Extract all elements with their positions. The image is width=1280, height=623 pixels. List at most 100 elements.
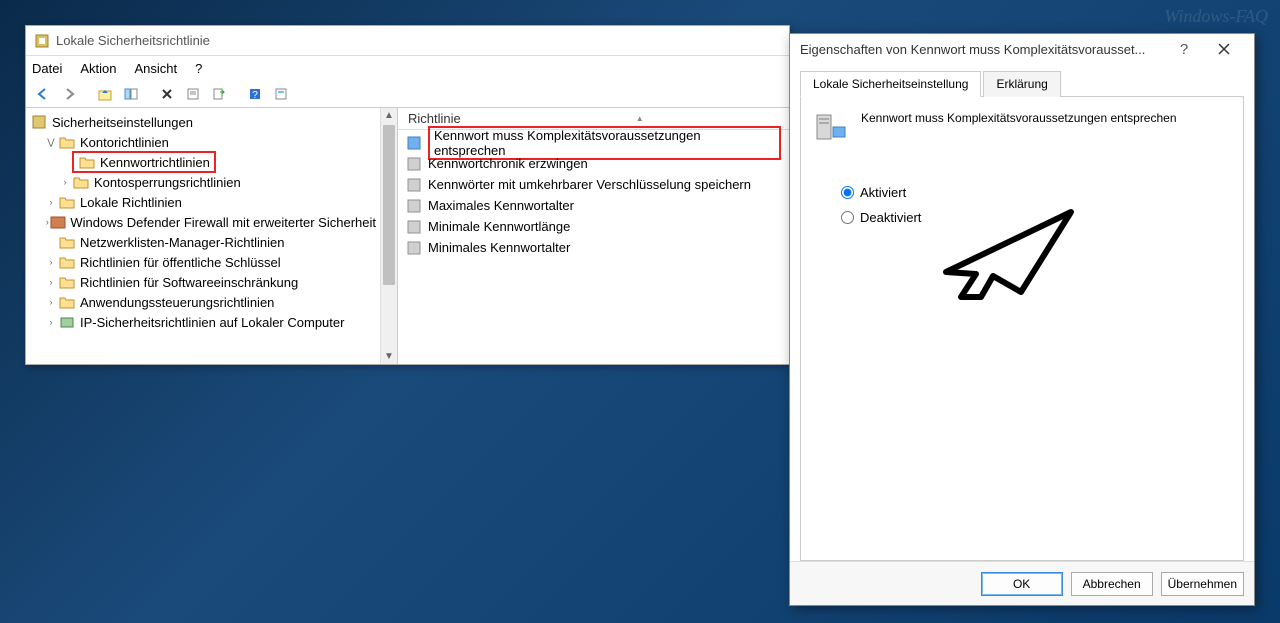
- policy-name-label: Kennwort muss Komplexitätsvoraussetzunge…: [861, 109, 1177, 125]
- list-row-selected[interactable]: Kennwort muss Komplexitätsvoraussetzunge…: [398, 132, 789, 153]
- folder-icon: [58, 233, 76, 251]
- app-icon: [34, 33, 50, 49]
- folder-icon: [72, 173, 90, 191]
- tree-defender[interactable]: › Windows Defender Firewall mit erweiter…: [26, 212, 380, 232]
- folder-icon: [58, 133, 76, 151]
- policy-icon: [406, 177, 422, 193]
- firewall-icon: [50, 213, 66, 231]
- tab-content: Kennwort muss Komplexitätsvoraussetzunge…: [800, 97, 1244, 561]
- list-row[interactable]: Minimales Kennwortalter: [398, 237, 789, 258]
- tree-netzwerk[interactable]: Netzwerklisten-Manager-Richtlinien: [26, 232, 380, 252]
- dialog-tabs: Lokale Sicherheitseinstellung Erklärung: [800, 70, 1244, 97]
- properties-button[interactable]: [182, 83, 204, 105]
- list-row[interactable]: Kennwörter mit umkehrbarer Verschlüsselu…: [398, 174, 789, 195]
- folder-icon: [58, 293, 76, 311]
- nav-back-button[interactable]: [32, 83, 54, 105]
- tree-kennwortrichtlinien[interactable]: Kennwortrichtlinien: [26, 152, 380, 172]
- radio-aktiviert[interactable]: Aktiviert: [841, 185, 1231, 200]
- tree-oeff-label: Richtlinien für öffentliche Schlüssel: [80, 255, 281, 270]
- tree-lokale-label: Lokale Richtlinien: [80, 195, 182, 210]
- up-button[interactable]: [94, 83, 116, 105]
- tree-defender-label: Windows Defender Firewall mit erweiterte…: [70, 215, 376, 230]
- tree-kontosperrung[interactable]: › Kontosperrungsrichtlinien: [26, 172, 380, 192]
- expander-closed-icon[interactable]: ›: [44, 257, 58, 267]
- list-row[interactable]: Minimale Kennwortlänge: [398, 216, 789, 237]
- tree-kontorichtlinien[interactable]: ⋁ Kontorichtlinien: [26, 132, 380, 152]
- annotation-cursor-icon: [931, 202, 1081, 302]
- expander-closed-icon[interactable]: ›: [44, 277, 58, 287]
- list-item-label: Kennwörter mit umkehrbarer Verschlüsselu…: [428, 177, 751, 192]
- scroll-thumb[interactable]: [383, 125, 395, 285]
- dialog-title: Eigenschaften von Kennwort muss Komplexi…: [800, 42, 1164, 57]
- radio-deaktiviert-label: Deaktiviert: [860, 210, 921, 225]
- scroll-up-icon[interactable]: ▲: [382, 108, 397, 123]
- policy-icon: [406, 240, 422, 256]
- list-pane: Richtlinie ▲ Kennwort muss Komplexitätsv…: [398, 108, 789, 364]
- security-icon: [30, 113, 48, 131]
- tree-netzwerk-label: Netzwerklisten-Manager-Richtlinien: [80, 235, 284, 250]
- policy-icon: [406, 135, 422, 151]
- tree-root[interactable]: Sicherheitseinstellungen: [26, 112, 380, 132]
- refresh-button[interactable]: [270, 83, 292, 105]
- dialog-titlebar: Eigenschaften von Kennwort muss Komplexi…: [790, 34, 1254, 64]
- tab-erklaerung[interactable]: Erklärung: [983, 71, 1060, 97]
- tree-software-label: Richtlinien für Softwareeinschränkung: [80, 275, 298, 290]
- list-item-label: Minimale Kennwortlänge: [428, 219, 570, 234]
- dialog-close-button[interactable]: [1204, 36, 1244, 62]
- tab-lokale[interactable]: Lokale Sicherheitseinstellung: [800, 71, 981, 97]
- list-item-label: Kennwort muss Komplexitätsvoraussetzunge…: [428, 126, 781, 160]
- tree-root-label: Sicherheitseinstellungen: [52, 115, 193, 130]
- sort-indicator-icon: ▲: [636, 114, 644, 123]
- export-button[interactable]: [208, 83, 230, 105]
- policy-server-icon: [813, 109, 849, 145]
- help-button[interactable]: ?: [244, 83, 266, 105]
- menubar: Datei Aktion Ansicht ?: [26, 56, 789, 80]
- radio-aktiviert-input[interactable]: [841, 186, 854, 199]
- nav-forward-button[interactable]: [58, 83, 80, 105]
- abbrechen-button[interactable]: Abbrechen: [1071, 572, 1153, 596]
- tree-lokale[interactable]: › Lokale Richtlinien: [26, 192, 380, 212]
- delete-button[interactable]: [156, 83, 178, 105]
- expander-open-icon[interactable]: ⋁: [44, 137, 58, 148]
- tree-ipsicherheit[interactable]: › IP-Sicherheitsrichtlinien auf Lokaler …: [26, 312, 380, 332]
- folder-icon: [58, 273, 76, 291]
- uebernehmen-button[interactable]: Übernehmen: [1161, 572, 1244, 596]
- expander-closed-icon[interactable]: ›: [44, 297, 58, 307]
- list-item-label: Maximales Kennwortalter: [428, 198, 574, 213]
- tree-anwendung[interactable]: › Anwendungssteuerungsrichtlinien: [26, 292, 380, 312]
- window-title: Lokale Sicherheitsrichtlinie: [56, 33, 210, 48]
- ipsec-icon: [58, 313, 76, 331]
- list-column-label: Richtlinie: [408, 111, 461, 126]
- scroll-down-icon[interactable]: ▼: [382, 349, 397, 364]
- policy-icon: [406, 198, 422, 214]
- radio-deaktiviert-input[interactable]: [841, 211, 854, 224]
- tree-anwendung-label: Anwendungssteuerungsrichtlinien: [80, 295, 274, 310]
- toolbar: ?: [26, 80, 789, 108]
- menu-hilfe[interactable]: ?: [195, 61, 202, 76]
- menu-ansicht[interactable]: Ansicht: [135, 61, 178, 76]
- tree-konto-label: Kontorichtlinien: [80, 135, 169, 150]
- tree-ipsec-label: IP-Sicherheitsrichtlinien auf Lokaler Co…: [80, 315, 344, 330]
- tree-software[interactable]: › Richtlinien für Softwareeinschränkung: [26, 272, 380, 292]
- main-window: Lokale Sicherheitsrichtlinie Datei Aktio…: [25, 25, 790, 365]
- folder-icon: [58, 193, 76, 211]
- show-hide-tree-button[interactable]: [120, 83, 142, 105]
- dialog-help-button[interactable]: ?: [1164, 36, 1204, 62]
- tree-scrollbar[interactable]: ▲ ▼: [380, 108, 397, 364]
- expander-closed-icon[interactable]: ›: [58, 177, 72, 187]
- properties-dialog: Eigenschaften von Kennwort muss Komplexi…: [789, 33, 1255, 606]
- menu-aktion[interactable]: Aktion: [80, 61, 116, 76]
- folder-icon: [58, 253, 76, 271]
- watermark: Windows-FAQ: [1164, 6, 1268, 27]
- expander-closed-icon[interactable]: ›: [44, 317, 58, 327]
- radio-aktiviert-label: Aktiviert: [860, 185, 906, 200]
- menu-datei[interactable]: Datei: [32, 61, 62, 76]
- tree-oeffentliche[interactable]: › Richtlinien für öffentliche Schlüssel: [26, 252, 380, 272]
- policy-icon: [406, 156, 422, 172]
- list-item-label: Kennwortchronik erzwingen: [428, 156, 588, 171]
- list-row[interactable]: Maximales Kennwortalter: [398, 195, 789, 216]
- titlebar: Lokale Sicherheitsrichtlinie: [26, 26, 789, 56]
- ok-button[interactable]: OK: [981, 572, 1063, 596]
- expander-closed-icon[interactable]: ›: [44, 197, 58, 207]
- policy-icon: [406, 219, 422, 235]
